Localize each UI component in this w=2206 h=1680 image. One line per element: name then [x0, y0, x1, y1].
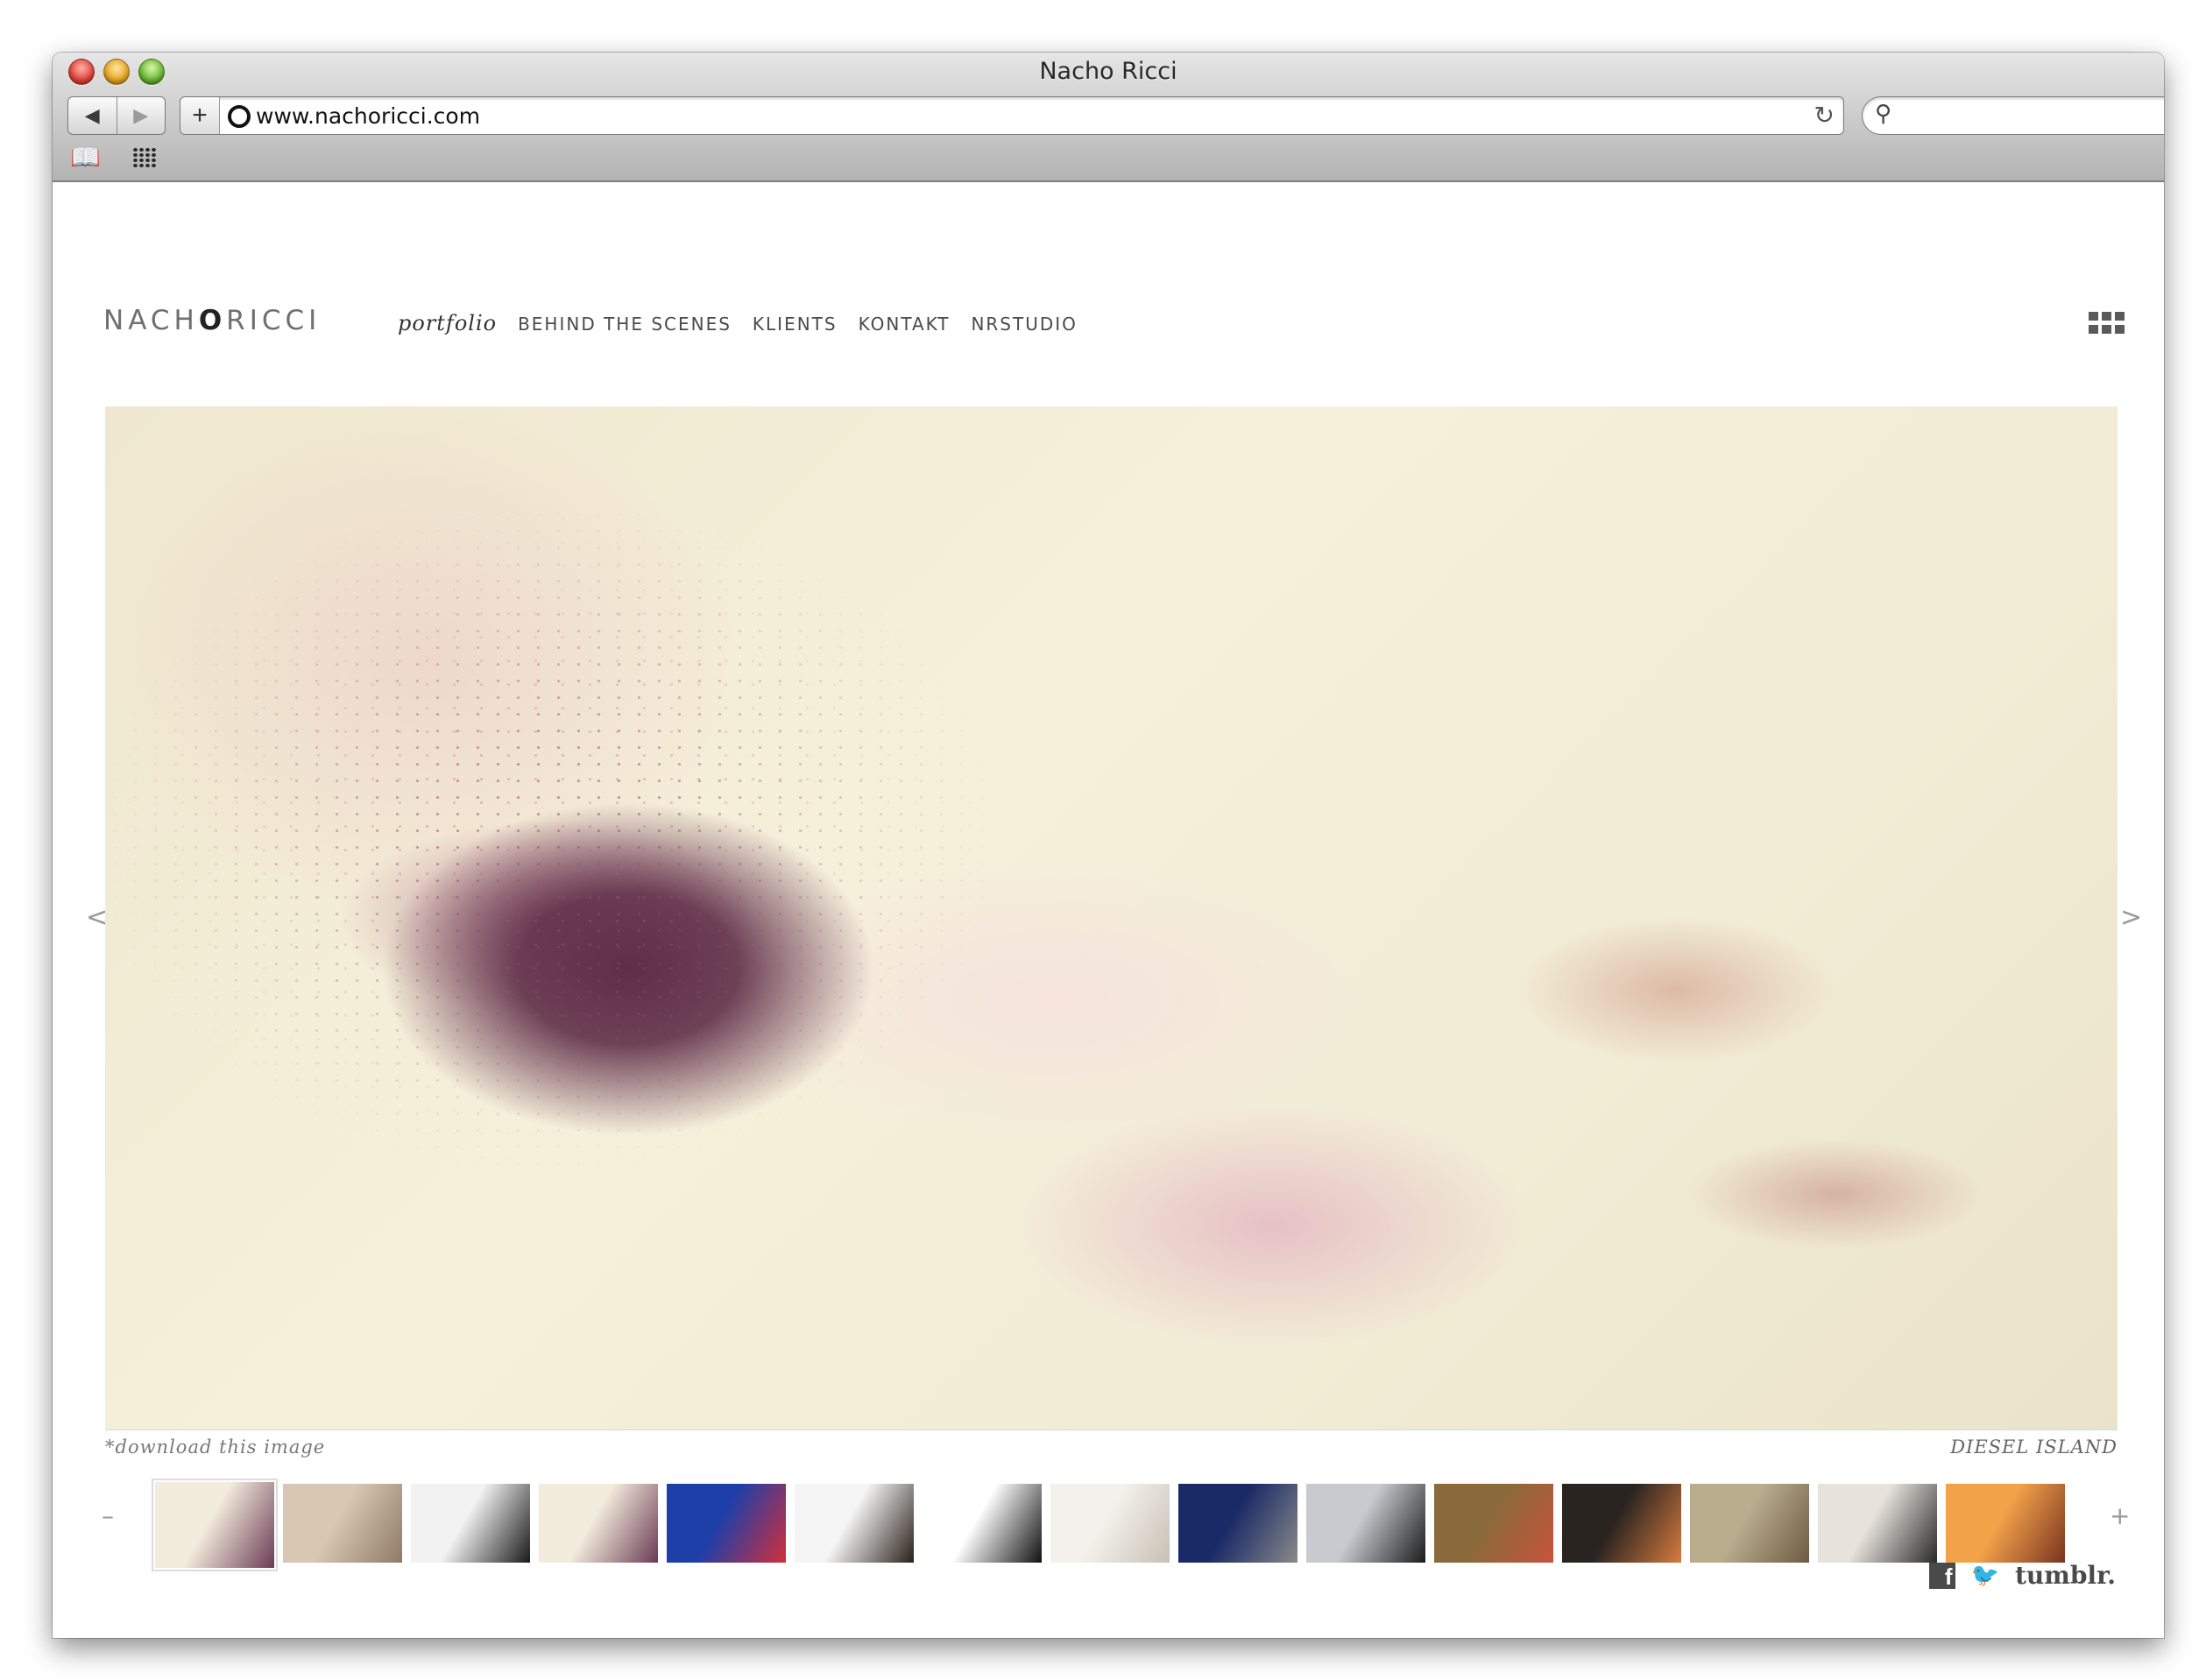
address-bar[interactable]: + www.nachoricci.com ↻	[180, 96, 1844, 135]
thumbnail-item[interactable]	[795, 1484, 914, 1563]
logo-text-prefix: NACH	[103, 305, 199, 336]
thumbnail-item[interactable]	[1306, 1484, 1425, 1563]
thumbnail-item[interactable]	[1818, 1484, 1937, 1563]
forward-button[interactable]: ▶	[116, 97, 166, 134]
logo-text-suffix: RICCI	[226, 305, 322, 336]
search-icon: ⚲	[1875, 100, 1892, 126]
nav-item-nrstudio[interactable]: NRSTUDIO	[971, 314, 1077, 335]
grid-menu-icon[interactable]	[2089, 312, 2125, 335]
bookmarks-bar: 📖	[70, 145, 157, 171]
open-book-icon[interactable]: 📖	[70, 145, 101, 171]
nav-item-klients[interactable]: KLIENTS	[753, 314, 838, 335]
back-button[interactable]: ◀	[68, 97, 117, 134]
main-nav: portfolio BEHIND THE SCENES KLIENTS KONT…	[398, 311, 1099, 335]
grid-icon[interactable]	[131, 147, 157, 168]
facebook-glyph: f	[1944, 1563, 1953, 1590]
browser-toolbar: Nacho Ricci ◀ ▶ + www.nachoricci.com ↻ ⚲…	[53, 53, 2164, 182]
gallery-next-button[interactable]: >	[2120, 902, 2142, 933]
thumbnail-item[interactable]	[1690, 1484, 1809, 1563]
url-text[interactable]: www.nachoricci.com	[256, 103, 480, 129]
nav-item-kontakt[interactable]: KONTAKT	[859, 314, 951, 335]
thumbnail-item[interactable]	[1178, 1484, 1297, 1563]
twitter-bird-icon[interactable]: 🐦	[1971, 1562, 1999, 1589]
browser-window: Nacho Ricci ◀ ▶ + www.nachoricci.com ↻ ⚲…	[53, 53, 2164, 1638]
thumbnail-item[interactable]	[667, 1484, 786, 1563]
add-bookmark-button[interactable]: +	[180, 97, 220, 134]
thumbnail-item[interactable]	[1434, 1484, 1553, 1563]
history-buttons: ◀ ▶	[67, 96, 166, 135]
nav-item-portfolio[interactable]: portfolio	[398, 311, 497, 335]
gallery-main-image[interactable]	[105, 406, 2118, 1429]
search-field[interactable]: ⚲	[1862, 96, 2164, 135]
facebook-icon[interactable]: f	[1928, 1562, 1955, 1590]
logo-text-o: O	[198, 305, 227, 336]
download-image-link[interactable]: *download this image	[105, 1436, 325, 1458]
back-arrow-icon: ◀	[84, 104, 100, 126]
thumbnail-item[interactable]	[923, 1484, 1042, 1563]
tumblr-link[interactable]: tumblr.	[2015, 1561, 2116, 1590]
thumbnail-item[interactable]	[411, 1484, 530, 1563]
thumbnail-collapse-button[interactable]: –	[102, 1501, 114, 1530]
thumbnail-item[interactable]	[1050, 1484, 1170, 1563]
image-title: DIESEL ISLAND	[1950, 1436, 2118, 1458]
site-favicon-icon	[228, 105, 251, 128]
thumbnail-item[interactable]	[539, 1484, 658, 1563]
gallery-prev-button[interactable]: <	[86, 902, 108, 933]
thumbnail-item[interactable]	[1946, 1484, 2065, 1563]
thumbnail-item[interactable]	[1562, 1484, 1681, 1563]
nav-item-behind-the-scenes[interactable]: BEHIND THE SCENES	[518, 314, 732, 335]
web-page: NACHORICCI portfolio BEHIND THE SCENES K…	[53, 182, 2164, 1638]
thumbnail-item[interactable]	[152, 1479, 278, 1571]
forward-arrow-icon: ▶	[133, 104, 149, 126]
image-divider	[105, 1429, 2118, 1430]
reload-icon[interactable]: ↻	[1814, 101, 1835, 130]
window-title: Nacho Ricci	[1039, 58, 1177, 85]
thumbnail-expand-button[interactable]: +	[2110, 1501, 2130, 1530]
social-links: f 🐦 tumblr.	[1928, 1561, 2116, 1590]
site-logo[interactable]: NACHORICCI	[103, 305, 321, 336]
thumbnail-item[interactable]	[283, 1484, 402, 1563]
image-texture	[105, 406, 2118, 1429]
thumbnail-strip	[152, 1479, 2082, 1571]
